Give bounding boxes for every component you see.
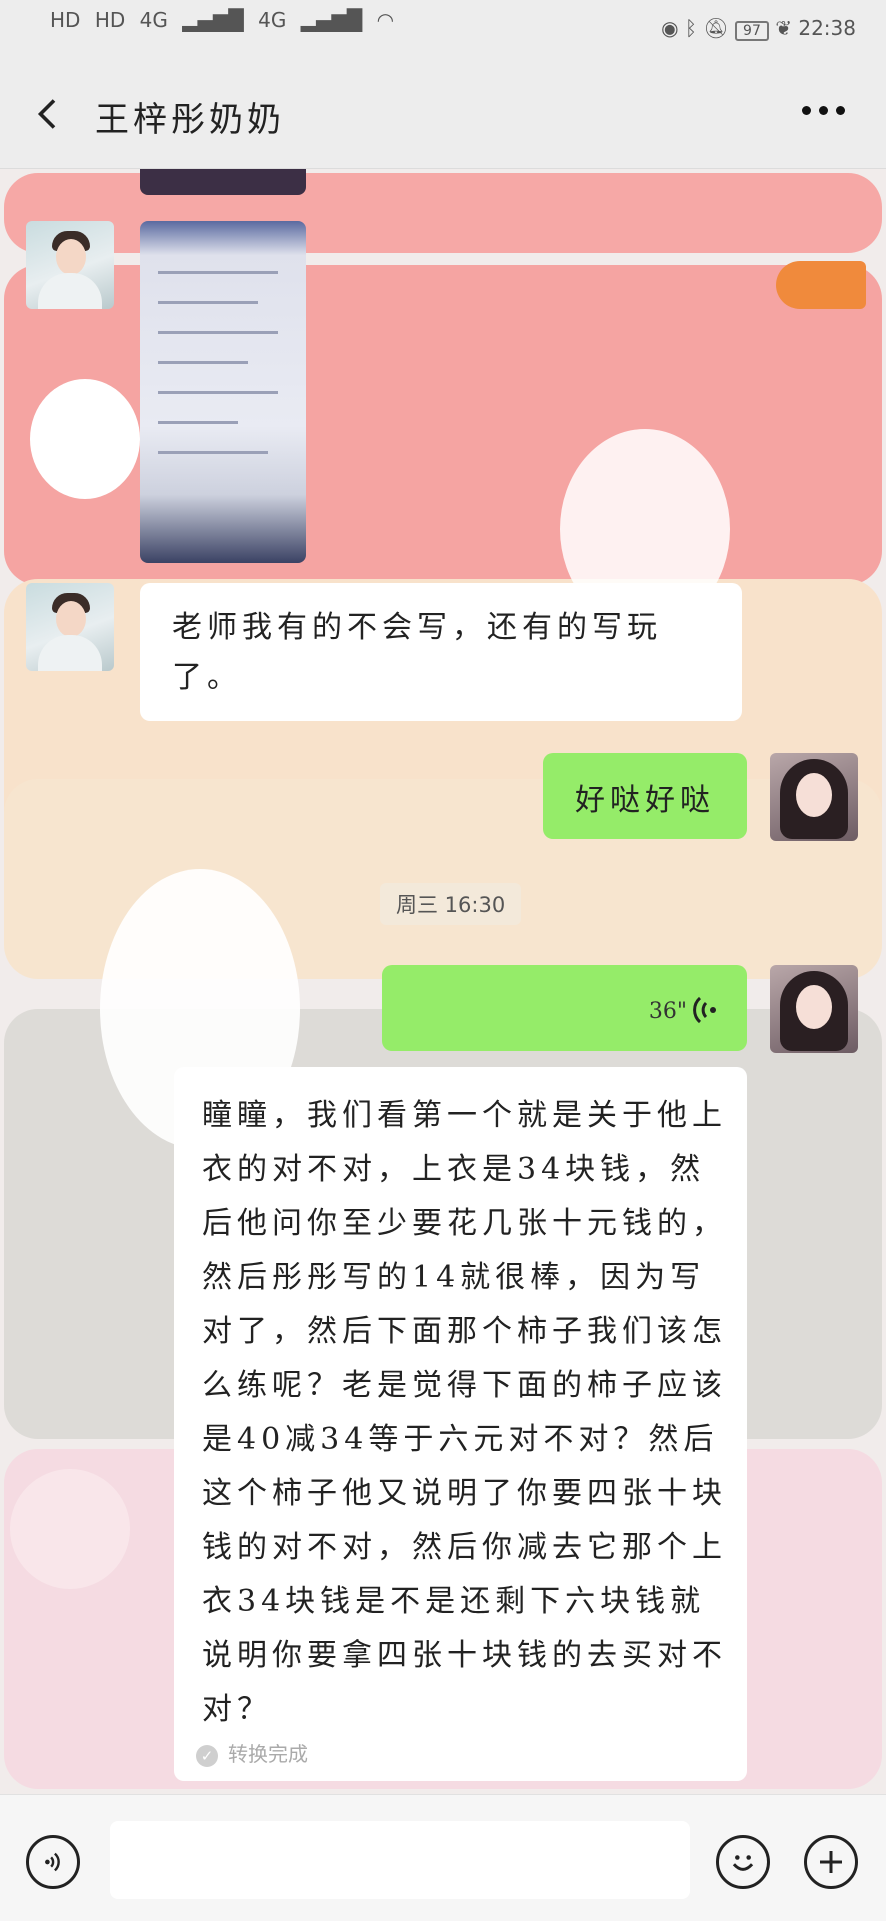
battery-icon: 97 (735, 21, 769, 41)
photo-text-line (158, 421, 238, 424)
chat-title: 王梓彤奶奶 (95, 100, 285, 140)
check-icon: ✓ (196, 1745, 218, 1767)
signal-icon: ▂▄▆█ (182, 8, 244, 32)
transcript-text: 瞳瞳，我们看第一个就是关于他上衣的对不对，上衣是34块钱，然后他问你至少要花几张… (202, 1098, 727, 1727)
leaf-icon: ❦ (775, 16, 792, 40)
status-time: 22:38 (798, 16, 856, 40)
plus-button[interactable] (804, 1835, 858, 1889)
message-input[interactable] (110, 1821, 690, 1899)
mute-icon: 🔕︎ (703, 16, 729, 40)
voice-wave-icon (693, 996, 716, 1024)
my-avatar[interactable] (770, 753, 858, 841)
emoji-button[interactable] (716, 1835, 770, 1889)
status-bar: HD HD 4G ▂▄▆█ 4G ▂▄▆█ ◠ ◉ ᛒ 🔕︎ 97 ❦ 22:3… (0, 0, 886, 60)
bunny-decoration (30, 379, 140, 499)
voice-duration: 36" (648, 999, 687, 1024)
voice-input-icon (45, 1852, 60, 1872)
incoming-message-text: 老师我有的不会写，还有的写玩了。 (172, 610, 662, 695)
back-button[interactable] (30, 96, 66, 132)
voice-transcript[interactable]: 瞳瞳，我们看第一个就是关于他上衣的对不对，上衣是34块钱，然后他问你至少要花几张… (174, 1067, 747, 1781)
hd-badge-2: HD (94, 8, 126, 32)
previous-photo-fragment[interactable] (140, 169, 306, 195)
incoming-message[interactable]: 老师我有的不会写，还有的写玩了。 (140, 583, 742, 721)
contact-avatar[interactable] (26, 221, 114, 309)
avatar-face (56, 601, 86, 637)
network-1: 4G (139, 8, 168, 32)
chat-header: 王梓彤奶奶 (0, 60, 886, 169)
emoji-icon (732, 1855, 754, 1871)
avatar-face (56, 239, 86, 275)
message-timestamp: 周三 16:30 (380, 883, 522, 925)
more-dot (819, 106, 828, 115)
outgoing-message[interactable]: 好哒好哒 (543, 753, 747, 839)
battery-level: 97 (743, 23, 761, 39)
photo-text-line (158, 451, 268, 454)
avatar-body (38, 273, 102, 309)
outgoing-message-text: 好哒好哒 (575, 783, 715, 818)
bunny-decoration (10, 1469, 130, 1589)
bg-band-pink-top (4, 173, 882, 253)
signal-icon-2: ▂▄▆█ (300, 8, 363, 32)
wifi-icon: ◠ (376, 8, 395, 32)
photo-text-line (158, 331, 278, 334)
homework-photo[interactable] (140, 221, 306, 563)
more-button[interactable] (802, 106, 846, 120)
contact-avatar[interactable] (26, 583, 114, 671)
photo-text-line (158, 301, 258, 304)
eye-icon: ◉ (661, 16, 679, 40)
voice-input-button[interactable] (26, 1835, 80, 1889)
carrot-icon (776, 261, 866, 309)
avatar-face (796, 985, 832, 1029)
signal-indicators: HD HD 4G ▂▄▆█ 4G ▂▄▆█ ◠ (50, 8, 402, 32)
photo-text-line (158, 271, 278, 274)
avatar-body (38, 635, 102, 671)
input-bar (0, 1794, 886, 1921)
status-right: ◉ ᛒ 🔕︎ 97 ❦ 22:38 (661, 16, 856, 41)
chevron-left-icon (37, 99, 56, 129)
more-dots-icon (802, 106, 811, 115)
transcript-status-label: 转换完成 (228, 1742, 308, 1766)
photo-text-line (158, 391, 278, 394)
bluetooth-icon: ᛒ (684, 16, 697, 40)
transcript-status: ✓ 转换完成 (196, 1738, 308, 1767)
plus-icon (820, 1851, 842, 1873)
hd-badge-1: HD (50, 8, 81, 32)
network-2: 4G (258, 8, 287, 32)
more-dot (836, 106, 845, 115)
voice-message[interactable]: 36" (382, 965, 747, 1051)
my-avatar[interactable] (770, 965, 858, 1053)
photo-text-line (158, 361, 248, 364)
chat-area[interactable]: 老师我有的不会写，还有的写玩了。 好哒好哒 周三 16:30 36" 瞳瞳，我们… (0, 169, 886, 1794)
avatar-face (796, 773, 832, 817)
